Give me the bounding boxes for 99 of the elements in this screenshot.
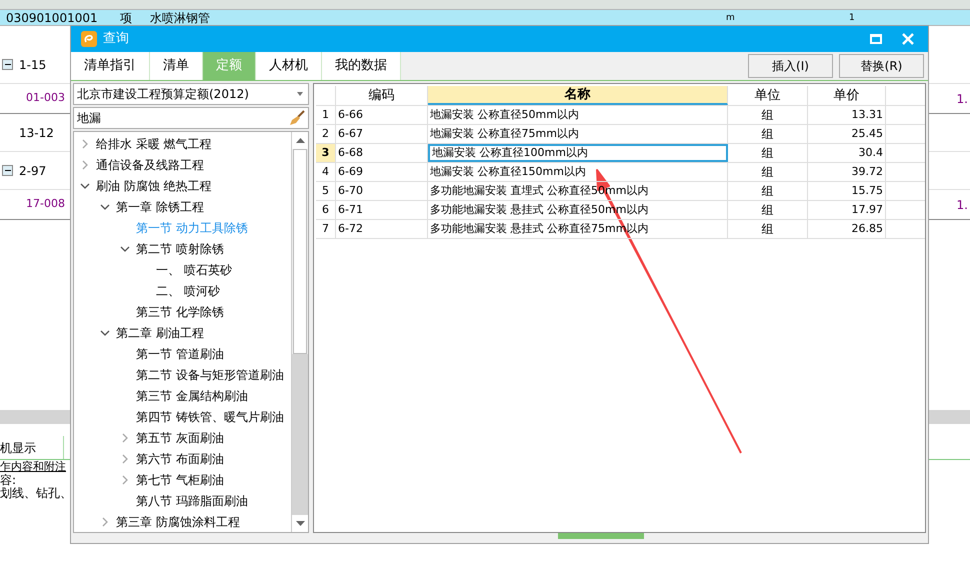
- tree-node[interactable]: 通信设备及线路工程: [96, 156, 204, 174]
- tree-node[interactable]: 第一节 管道刷油: [136, 344, 224, 362]
- chevron-right-icon[interactable]: [100, 516, 110, 526]
- tree-node[interactable]: 一、 喷石英砂: [156, 260, 232, 278]
- tree-node[interactable]: 01-003: [26, 90, 65, 107]
- chevron-down-icon[interactable]: [120, 244, 130, 254]
- tree-node[interactable]: 第二节 设备与矩形管道刷油: [136, 366, 284, 384]
- tree-node[interactable]: 第四节 铸铁管、暖气片刷油: [136, 408, 284, 426]
- dropdown-caret-icon: [297, 92, 303, 96]
- tree-node[interactable]: 第七节 气柜刷油: [136, 470, 224, 488]
- table-cell: 26.85: [808, 220, 886, 238]
- action-button[interactable]: 替换(R): [839, 54, 924, 78]
- splitter-handle[interactable]: [558, 533, 644, 539]
- tree-node[interactable]: 第二章 刷油工程: [116, 324, 204, 342]
- table-cell[interactable]: 地漏安装 公称直径50mm以内: [428, 106, 728, 124]
- collapse-toggle[interactable]: [2, 59, 13, 70]
- tree-node[interactable]: 第三章 防腐蚀涂料工程: [116, 512, 240, 530]
- chevron-right-icon[interactable]: [80, 160, 90, 170]
- table-cell: 6-66: [336, 106, 428, 124]
- table-cell: 17.97: [808, 201, 886, 219]
- table-cell: 6-72: [336, 220, 428, 238]
- collapse-toggle[interactable]: [2, 165, 13, 176]
- table-cell-text: 1.: [956, 196, 969, 214]
- tree-node[interactable]: 17-008: [26, 196, 65, 213]
- scrollbar[interactable]: [291, 132, 308, 532]
- column-header[interactable]: 名称: [428, 86, 728, 105]
- action-button[interactable]: 插入(I): [748, 54, 833, 78]
- table-cell-text: 水喷淋钢管: [150, 10, 211, 24]
- row-number: 7: [316, 220, 336, 238]
- table-cell: 6-69: [336, 163, 428, 181]
- table-cell: 39.72: [808, 163, 886, 181]
- bottom-tab[interactable]: 机显示: [0, 436, 64, 459]
- table-cell-text: 030901001001: [6, 10, 99, 24]
- broom-icon[interactable]: [289, 110, 305, 126]
- tree-node[interactable]: 2-97: [19, 162, 46, 180]
- row-number: 6: [316, 201, 336, 219]
- tab[interactable]: 清单指引: [71, 52, 150, 80]
- tree-node[interactable]: 1-15: [19, 56, 46, 74]
- tab[interactable]: 人材机: [256, 52, 322, 80]
- row-number: 1: [316, 106, 336, 124]
- tab[interactable]: 我的数据: [322, 52, 401, 80]
- library-dropdown[interactable]: 北京市建设工程预算定额(2012): [73, 83, 309, 105]
- scroll-up-icon[interactable]: [292, 132, 308, 149]
- table-cell: 组: [728, 125, 808, 143]
- table-cell: 13.31: [808, 106, 886, 124]
- table-cell[interactable]: 地漏安装 公称直径75mm以内: [428, 125, 728, 143]
- tree-node[interactable]: 第三节 化学除锈: [136, 302, 224, 320]
- window-title: 查询: [103, 30, 129, 48]
- tab[interactable]: 清单: [150, 52, 203, 80]
- table-cell: 25.45: [808, 125, 886, 143]
- table-cell: 6-71: [336, 201, 428, 219]
- table-cell: 6-67: [336, 125, 428, 143]
- tree-node[interactable]: 第一章 除锈工程: [116, 198, 204, 216]
- table-cell: 组: [728, 182, 808, 200]
- search-field[interactable]: 地漏: [73, 107, 309, 129]
- tree-node[interactable]: 二、 喷河砂: [156, 282, 220, 300]
- table-cell: 组: [728, 106, 808, 124]
- scroll-thumb[interactable]: [293, 149, 307, 354]
- info-text: 容:: [0, 474, 16, 487]
- app-logo-icon: [81, 31, 97, 48]
- table-cell: 组: [728, 201, 808, 219]
- table-cell: 组: [728, 163, 808, 181]
- tree-node[interactable]: 第二节 喷射除锈: [136, 240, 224, 258]
- row-number: 2: [316, 125, 336, 143]
- table-cell-text: m: [726, 12, 736, 24]
- chevron-down-icon[interactable]: [80, 180, 90, 190]
- info-text: 划线、钻孔、: [0, 487, 72, 500]
- chevron-right-icon[interactable]: [120, 432, 130, 442]
- table-cell: 组: [728, 220, 808, 238]
- tree-node[interactable]: 第五节 灰面刷油: [136, 428, 224, 446]
- tree-node[interactable]: 第三节 金属结构刷油: [136, 386, 248, 404]
- row-number: 4: [316, 163, 336, 181]
- info-link[interactable]: 乍内容和附注: [0, 460, 66, 474]
- table-cell-text: 1.: [956, 90, 969, 108]
- row-number: 3: [316, 144, 336, 162]
- tree-node[interactable]: 13-12: [19, 124, 54, 142]
- maximize-icon[interactable]: [870, 34, 882, 44]
- column-header[interactable]: 单价: [808, 86, 886, 105]
- table-cell: 15.75: [808, 182, 886, 200]
- table-cell: 6-68: [336, 144, 428, 162]
- table-cell: 组: [728, 144, 808, 162]
- close-icon[interactable]: [902, 33, 914, 46]
- tree-node[interactable]: 第八节 玛蹄脂面刷油: [136, 492, 248, 510]
- tree-node[interactable]: 第六节 布面刷油: [136, 450, 224, 468]
- chevron-right-icon[interactable]: [120, 474, 130, 484]
- table-cell[interactable]: 地漏安装 公称直径100mm以内: [428, 144, 728, 162]
- table-cell: 30.4: [808, 144, 886, 162]
- table-cell-text: 项: [120, 10, 133, 24]
- scroll-down-icon[interactable]: [292, 515, 308, 532]
- table-cell-text: 1: [849, 12, 855, 24]
- chevron-down-icon[interactable]: [100, 202, 110, 212]
- column-header[interactable]: 单位: [728, 86, 808, 105]
- chevron-down-icon[interactable]: [100, 328, 110, 338]
- chevron-right-icon[interactable]: [80, 138, 90, 148]
- row-number: 5: [316, 182, 336, 200]
- tree-node[interactable]: 给排水 采暖 燃气工程: [96, 134, 212, 152]
- tree-node[interactable]: 刷油 防腐蚀 绝热工程: [96, 176, 212, 194]
- chevron-right-icon[interactable]: [120, 454, 130, 464]
- table-cell: 6-70: [336, 182, 428, 200]
